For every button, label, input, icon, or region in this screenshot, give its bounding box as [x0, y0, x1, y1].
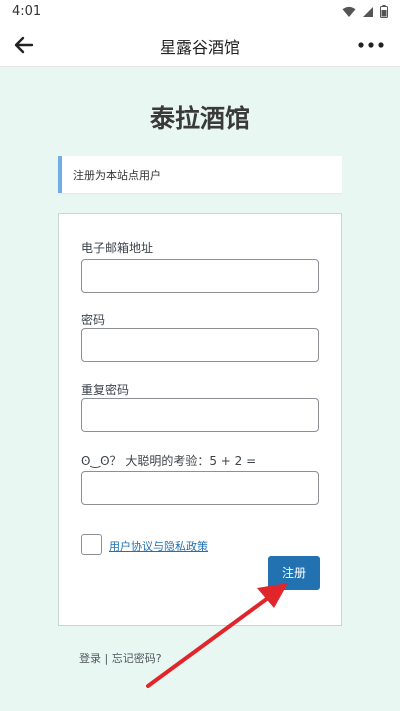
registration-page: 泰拉酒馆 注册为本站点用户 电子邮箱地址 密码 重复密码 ʘ‿ʘ？ 大聪明的考验… [0, 67, 400, 711]
captcha-field[interactable] [81, 471, 319, 505]
password-field[interactable] [81, 328, 319, 362]
register-notice: 注册为本站点用户 [58, 156, 342, 193]
more-options-icon[interactable] [356, 32, 386, 58]
repeat-password-label: 重复密码 [81, 383, 130, 397]
status-time: 4:01 [12, 4, 42, 19]
forgot-password-link[interactable]: 忘记密码? [112, 652, 162, 665]
app-title: 星露谷酒馆 [159, 38, 240, 57]
notice-text: 注册为本站点用户 [73, 169, 161, 182]
signal-icon [363, 6, 373, 17]
bottom-links: 登录 | 忘记密码? [79, 650, 162, 666]
wifi-icon [342, 6, 356, 17]
login-link[interactable]: 登录 [79, 652, 101, 665]
register-form: 电子邮箱地址 密码 重复密码 ʘ‿ʘ？ 大聪明的考验：5 + 2 = 用户协议与… [58, 213, 342, 626]
link-separator: | [101, 652, 112, 665]
email-field[interactable] [81, 259, 319, 293]
policy-checkbox[interactable] [81, 534, 102, 555]
email-label: 电子邮箱地址 [81, 241, 154, 255]
status-bar: 4:01 [0, 0, 400, 24]
repeat-password-field[interactable] [81, 398, 319, 432]
policy-link[interactable]: 用户协议与隐私政策 [109, 538, 208, 554]
app-bar: 星露谷酒馆 [0, 24, 400, 67]
status-icons [342, 5, 388, 18]
captcha-label: ʘ‿ʘ？ 大聪明的考验：5 + 2 = [81, 454, 257, 468]
site-title: 泰拉酒馆 [149, 104, 250, 133]
password-label: 密码 [81, 313, 106, 327]
battery-icon [380, 5, 388, 18]
register-button[interactable]: 注册 [268, 556, 320, 590]
